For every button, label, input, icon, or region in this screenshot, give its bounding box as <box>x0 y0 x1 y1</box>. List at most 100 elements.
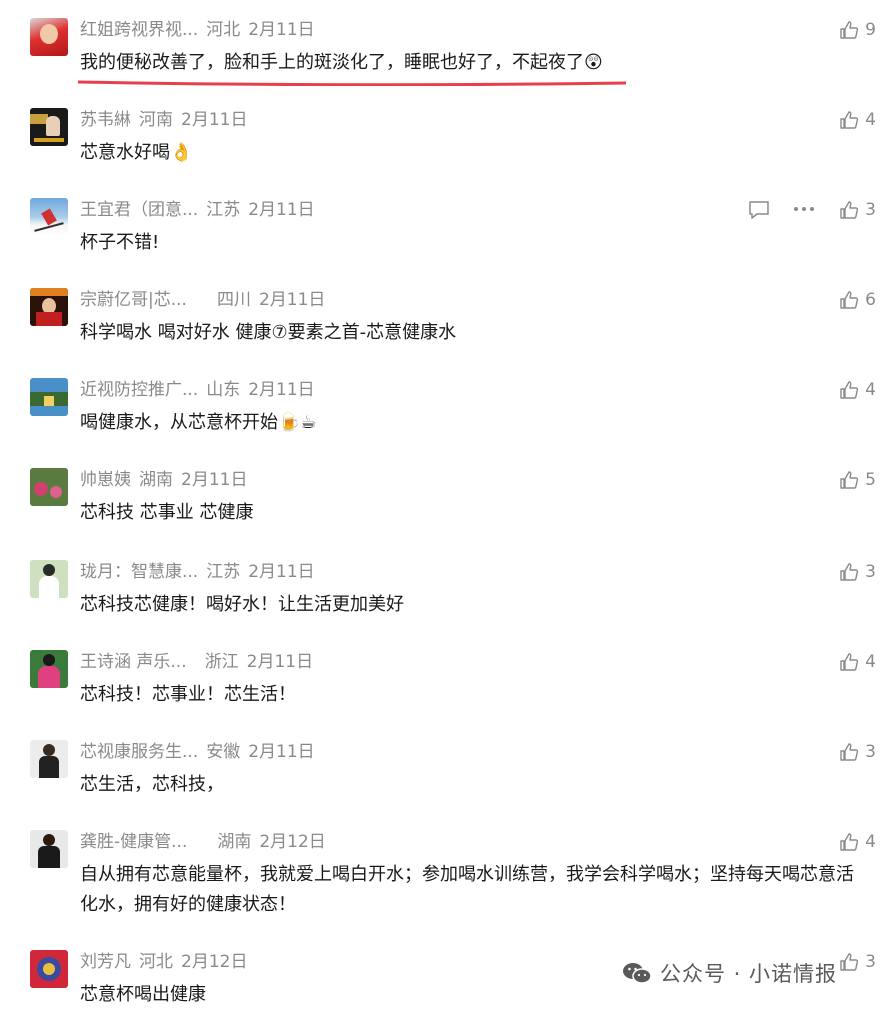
comment-text: 喝健康水，从芯意杯开始🍺☕ <box>80 412 317 433</box>
comment-date: 2月12日 <box>181 952 248 972</box>
commenter-name[interactable]: 珑月：智慧康... <box>80 562 198 582</box>
comment-meta: 王宜君（团意... 江苏 2月11日 <box>80 200 315 220</box>
like-count: 4 <box>865 832 876 852</box>
comment-meta: 王诗涵 声乐... 浙江 2月11日 <box>80 652 313 672</box>
commenter-region: 湖南 <box>139 470 173 490</box>
like-count: 3 <box>865 952 876 972</box>
commenter-name[interactable]: 王宜君（团意... <box>80 200 198 220</box>
like-button[interactable]: 5 <box>839 470 876 490</box>
comment-date: 2月11日 <box>258 290 326 310</box>
commenter-region: 江苏 <box>206 200 241 220</box>
comment-meta: 近视防控推广... 山东 2月11日 <box>80 380 315 400</box>
like-count: 3 <box>865 200 876 220</box>
comment-date: 2月11日 <box>248 380 315 400</box>
commenter-region: 河北 <box>139 952 173 972</box>
avatar[interactable] <box>30 288 68 326</box>
comment-meta: 帅崽姨 湖南 2月11日 <box>80 470 247 490</box>
comment-text: 芯科技芯健康！喝好水！让生活更加美好 <box>80 594 404 615</box>
thumbs-up-icon <box>840 743 859 761</box>
like-count: 3 <box>865 562 876 582</box>
like-button[interactable]: 9 <box>839 20 876 40</box>
avatar[interactable] <box>30 740 68 778</box>
comment-meta: 芯视康服务生... 安徽 2月11日 <box>80 742 315 762</box>
comment-text: 自从拥有芯意能量杯，我就爱上喝白开水；参加喝水训练营，我学会科学喝水；坚持每天喝… <box>80 864 854 915</box>
thumbs-up-icon <box>840 563 859 581</box>
reply-icon[interactable] <box>748 200 770 220</box>
more-icon[interactable] <box>793 206 815 212</box>
wechat-icon <box>623 963 652 984</box>
commenter-name[interactable]: 苏韦綝 <box>80 110 131 130</box>
like-button[interactable]: 4 <box>839 380 876 400</box>
comment-date: 2月11日 <box>248 562 315 582</box>
watermark: 公众号 · 小诺情报 <box>622 958 837 988</box>
like-count: 4 <box>865 652 876 672</box>
commenter-region: 河南 <box>139 110 173 130</box>
like-count: 9 <box>865 20 876 40</box>
avatar[interactable] <box>30 198 68 236</box>
comment-meta: 宗蔚亿哥|芯... 四川 2月11日 <box>80 290 325 310</box>
thumbs-up-icon <box>840 291 859 309</box>
like-button[interactable]: 6 <box>839 290 876 310</box>
like-button[interactable]: 3 <box>839 200 876 220</box>
comment-text: 杯子不错! <box>80 232 160 253</box>
avatar[interactable] <box>30 830 68 868</box>
avatar[interactable] <box>30 650 68 688</box>
comment-meta: 龚胜-健康管... 湖南 2月12日 <box>80 832 326 852</box>
like-count: 6 <box>865 290 876 310</box>
commenter-region: 湖南 <box>217 832 252 852</box>
comment-date: 2月11日 <box>181 110 248 130</box>
comment-date: 2月11日 <box>246 652 314 672</box>
commenter-name[interactable]: 王诗涵 声乐... <box>80 652 187 672</box>
comment-date: 2月11日 <box>181 470 248 490</box>
like-button[interactable]: 3 <box>839 952 876 972</box>
commenter-name[interactable]: 近视防控推广... <box>80 380 198 400</box>
avatar[interactable] <box>30 560 68 598</box>
comment-meta: 苏韦綝 河南 2月11日 <box>80 110 247 130</box>
comment-date: 2月11日 <box>248 742 315 762</box>
commenter-name[interactable]: 宗蔚亿哥|芯... <box>80 290 187 310</box>
comment-text: 芯科技 芯事业 芯健康 <box>80 502 254 523</box>
like-count: 4 <box>865 380 876 400</box>
comment-meta: 珑月：智慧康... 江苏 2月11日 <box>80 562 315 582</box>
commenter-region: 四川 <box>216 290 251 310</box>
like-button[interactable]: 4 <box>839 110 876 130</box>
like-button[interactable]: 3 <box>839 562 876 582</box>
commenter-region: 浙江 <box>204 652 239 672</box>
commenter-region: 江苏 <box>206 562 241 582</box>
commenter-region: 安徽 <box>206 742 241 762</box>
comment-date: 2月12日 <box>259 832 326 852</box>
comment-meta: 刘芳凡 河北 2月12日 <box>80 952 247 972</box>
avatar[interactable] <box>30 108 68 146</box>
thumbs-up-icon <box>840 381 859 399</box>
thumbs-up-icon <box>840 833 859 851</box>
like-button[interactable]: 3 <box>839 742 876 762</box>
like-button[interactable]: 4 <box>839 832 876 852</box>
like-button[interactable]: 4 <box>839 652 876 672</box>
comment-text: 芯意水好喝👌 <box>80 142 193 163</box>
comment-text: 科学喝水 喝对好水 健康⑦要素之首-芯意健康水 <box>80 322 457 343</box>
avatar[interactable] <box>30 468 68 506</box>
commenter-name[interactable]: 刘芳凡 <box>80 952 131 972</box>
commenter-name[interactable]: 红姐跨视界视... <box>80 20 198 40</box>
avatar[interactable] <box>30 18 68 56</box>
commenter-name[interactable]: 芯视康服务生... <box>80 742 198 762</box>
red-underline <box>78 80 626 86</box>
thumbs-up-icon <box>840 21 859 39</box>
commenter-name[interactable]: 帅崽姨 <box>80 470 131 490</box>
commenter-region: 河北 <box>206 20 241 40</box>
thumbs-up-icon <box>840 653 859 671</box>
thumbs-up-icon <box>840 471 859 489</box>
comment-date: 2月11日 <box>248 200 315 220</box>
like-count: 5 <box>865 470 876 490</box>
comment-meta: 红姐跨视界视... 河北 2月11日 <box>80 20 315 40</box>
like-count: 4 <box>865 110 876 130</box>
avatar[interactable] <box>30 378 68 416</box>
commenter-name[interactable]: 龚胜-健康管... <box>80 832 187 852</box>
avatar[interactable] <box>30 950 68 988</box>
comment-date: 2月11日 <box>248 20 315 40</box>
comment-text: 我的便秘改善了，脸和手上的斑淡化了，睡眠也好了，不起夜了😲 <box>80 52 603 73</box>
watermark-text: 公众号 · 小诺情报 <box>660 962 838 986</box>
comment-text: 芯科技！芯事业！芯生活！ <box>80 684 296 705</box>
like-count: 3 <box>865 742 876 762</box>
comment-text: 芯生活，芯科技， <box>80 774 224 795</box>
